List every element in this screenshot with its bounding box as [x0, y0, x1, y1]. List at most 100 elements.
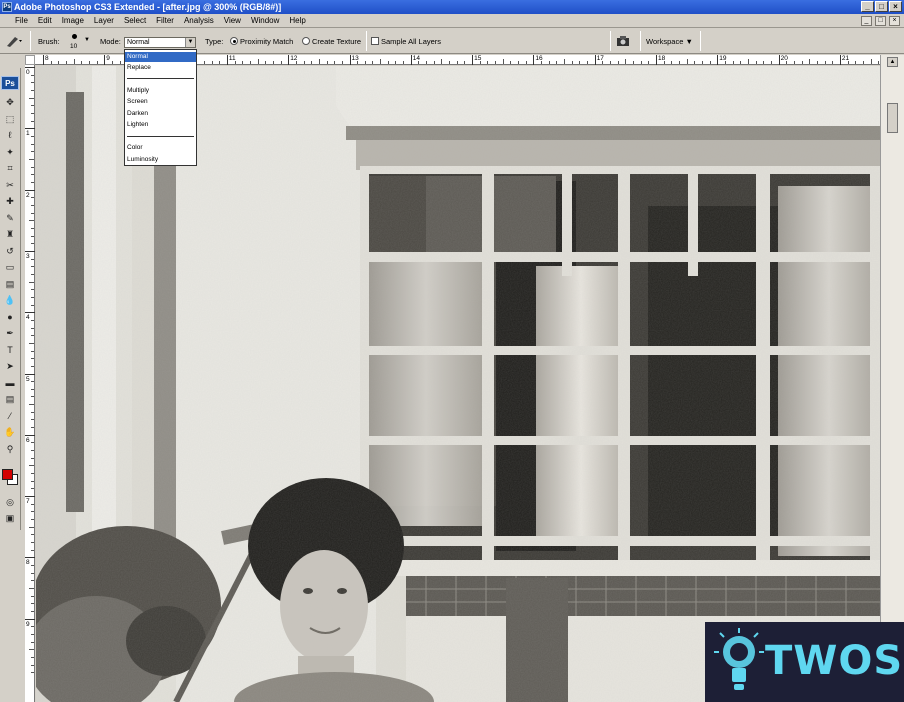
- eyedropper-icon[interactable]: ⁄: [3, 410, 17, 422]
- ruler-origin[interactable]: [25, 55, 35, 65]
- brush-picker[interactable]: 10 ▼: [67, 32, 91, 51]
- foreground-color-swatch[interactable]: [2, 469, 13, 480]
- eraser-icon[interactable]: ▭: [3, 261, 17, 273]
- tool-preset-icon[interactable]: [4, 34, 24, 48]
- scroll-up-icon[interactable]: ▲: [887, 57, 898, 67]
- clone-stamp-icon[interactable]: ♜: [3, 228, 17, 240]
- menu-window[interactable]: Window: [246, 14, 284, 28]
- ruler-minor-tick: [31, 243, 34, 245]
- move-icon[interactable]: ✥: [3, 96, 17, 108]
- pen-icon[interactable]: ✒: [3, 327, 17, 339]
- spot-healing-icon[interactable]: ✚: [3, 195, 17, 207]
- menu-select[interactable]: Select: [119, 14, 151, 28]
- menu-view[interactable]: View: [219, 14, 246, 28]
- vertical-ruler[interactable]: 0 1 2 3 4 5 6 7 8 9: [25, 65, 35, 702]
- magic-wand-icon[interactable]: ✦: [3, 146, 17, 158]
- mode-option-replace[interactable]: Replace: [125, 63, 196, 73]
- ruler-minor-tick: [29, 526, 34, 528]
- menu-image[interactable]: Image: [57, 14, 89, 28]
- doc-restore-button[interactable]: □: [875, 16, 886, 26]
- ruler-minor-tick: [31, 419, 34, 421]
- ruler-minor-tick: [31, 319, 34, 321]
- ruler-minor-tick: [541, 61, 543, 64]
- ruler-minor-tick: [495, 61, 497, 64]
- menu-file[interactable]: File: [10, 14, 33, 28]
- menu-edit[interactable]: Edit: [33, 14, 57, 28]
- ruler-minor-tick: [31, 174, 34, 176]
- minimize-button[interactable]: _: [861, 1, 874, 12]
- slice-icon[interactable]: ✂: [3, 179, 17, 191]
- mode-option-normal[interactable]: Normal: [125, 52, 196, 62]
- mode-option-darken[interactable]: Darken: [125, 109, 196, 119]
- proximity-match-radio[interactable]: Proximity Match: [230, 37, 293, 46]
- sample-all-layers-checkbox[interactable]: Sample All Layers: [371, 37, 441, 46]
- mode-select[interactable]: Normal ▼: [124, 37, 196, 48]
- photoshop-app-icon: Ps: [2, 2, 12, 12]
- marquee-icon[interactable]: ⬚: [3, 113, 17, 125]
- photoshop-logo[interactable]: Ps: [1, 76, 19, 90]
- ruler-minor-tick: [625, 59, 627, 64]
- shape-icon[interactable]: ▬: [3, 377, 17, 389]
- ruler-minor-tick: [81, 61, 83, 64]
- scroll-thumb[interactable]: [887, 103, 898, 133]
- type-icon[interactable]: T: [3, 344, 17, 356]
- dodge-icon[interactable]: ●: [3, 311, 17, 323]
- ruler-tick: [349, 55, 351, 65]
- menu-layer[interactable]: Layer: [89, 14, 119, 28]
- proximity-match-label: Proximity Match: [240, 37, 294, 46]
- ruler-minor-tick: [334, 61, 336, 64]
- ruler-minor-tick: [31, 89, 34, 91]
- create-texture-radio[interactable]: Create Texture: [302, 37, 361, 46]
- mode-option-color[interactable]: Color: [125, 143, 196, 153]
- ruler-tick: [226, 55, 228, 65]
- gradient-icon[interactable]: ▤: [3, 278, 17, 290]
- ruler-minor-tick: [464, 61, 466, 64]
- menu-divider: [127, 136, 194, 137]
- maximize-button[interactable]: □: [875, 1, 888, 12]
- menu-analysis[interactable]: Analysis: [179, 14, 219, 28]
- ruler-minor-tick: [318, 59, 320, 64]
- path-selection-icon[interactable]: ➤: [3, 360, 17, 372]
- history-brush-icon[interactable]: ↺: [3, 245, 17, 257]
- ruler-tick: [104, 55, 106, 65]
- ruler-minor-tick: [862, 61, 864, 64]
- ruler-minor-tick: [31, 634, 34, 636]
- blur-icon[interactable]: 💧: [3, 294, 17, 306]
- ruler-tick: [43, 55, 44, 65]
- lasso-icon[interactable]: ℓ: [3, 129, 17, 141]
- mode-option-screen[interactable]: Screen: [125, 97, 196, 107]
- menu-help[interactable]: Help: [284, 14, 310, 28]
- ruler-tick: [25, 557, 35, 559]
- ruler-minor-tick: [686, 59, 688, 64]
- mode-option-luminosity[interactable]: Luminosity: [125, 155, 196, 165]
- menu-filter[interactable]: Filter: [151, 14, 179, 28]
- notes-icon[interactable]: ▤: [3, 393, 17, 405]
- ruler-tick-label: 8: [26, 559, 30, 567]
- ruler-minor-tick: [31, 212, 34, 214]
- quick-mask-icon[interactable]: ◎: [3, 496, 17, 508]
- screen-mode-icon[interactable]: ▣: [3, 512, 17, 524]
- close-button[interactable]: ×: [889, 1, 902, 12]
- ruler-tick: [25, 128, 35, 130]
- bridge-icon[interactable]: [615, 35, 633, 47]
- ruler-tick-label: 8: [45, 55, 49, 62]
- crop-icon[interactable]: ⌗: [3, 162, 17, 174]
- mode-option-lighten[interactable]: Lighten: [125, 120, 196, 130]
- mode-option-multiply[interactable]: Multiply: [125, 86, 196, 96]
- ruler-minor-tick: [31, 542, 34, 544]
- hand-icon[interactable]: ✋: [3, 426, 17, 438]
- ruler-minor-tick: [29, 342, 34, 344]
- ruler-minor-tick: [272, 61, 274, 64]
- brush-icon[interactable]: ✎: [3, 212, 17, 224]
- workspace-button[interactable]: Workspace ▼: [646, 37, 693, 46]
- ruler-minor-tick: [502, 59, 504, 64]
- zoom-icon[interactable]: ⚲: [3, 443, 17, 455]
- ruler-minor-tick: [31, 503, 34, 505]
- doc-close-button[interactable]: ×: [889, 16, 900, 26]
- ruler-minor-tick: [280, 61, 282, 64]
- ruler-minor-tick: [341, 61, 343, 64]
- vertical-scrollbar[interactable]: ▲: [880, 55, 904, 702]
- ruler-minor-tick: [29, 97, 34, 99]
- ruler-minor-tick: [31, 672, 34, 674]
- doc-minimize-button[interactable]: _: [861, 16, 872, 26]
